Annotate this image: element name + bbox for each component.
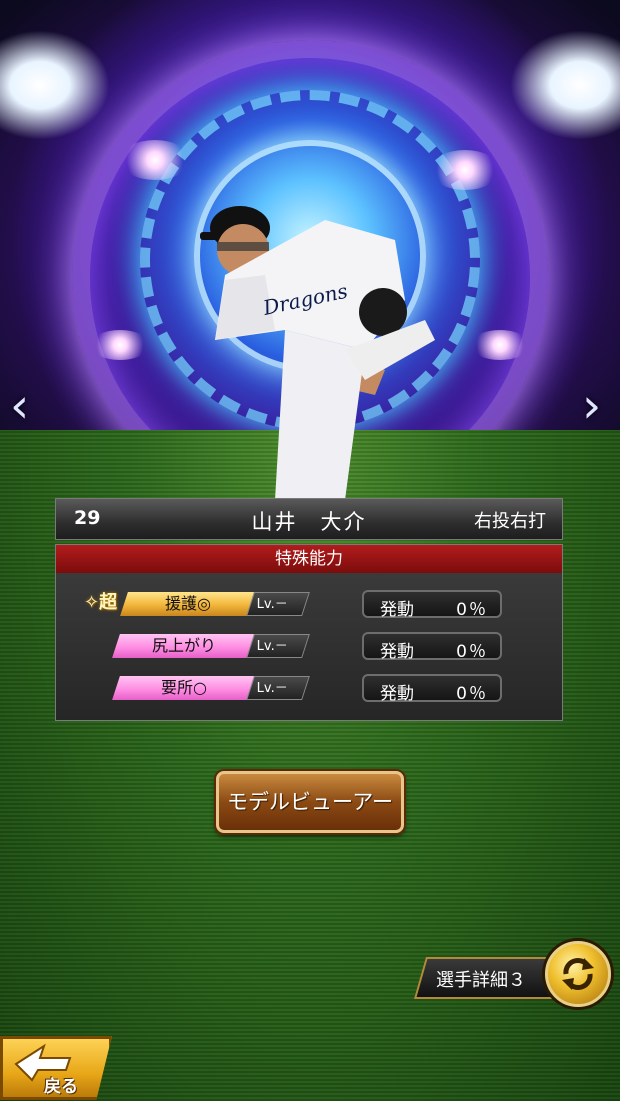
refresh-cycle-icon [562,958,594,990]
back-label[interactable]: 戻る [44,1072,78,1097]
activation-rate: 発動 0％ [362,674,502,704]
activation-label: 発動 [380,684,414,704]
player-detail-label[interactable]: 選手詳細３ [436,966,526,992]
player-info-bar: 29 山井 大介 右投右打 [55,498,563,540]
ability-name-badge: 尻上がり [112,634,256,658]
light-flare [470,330,530,360]
special-abilities-panel: 特殊能力 ✧超 援護◎ Lv.－ 発動 0％ 尻上がり Lv.－ 発動 0％ 要… [55,544,563,721]
stadium-light-left [0,30,110,140]
activation-label: 発動 [380,642,414,662]
stadium-light-right [510,30,620,140]
ability-level: Lv.－ [246,634,310,658]
super-ability-mark: ✧超 [84,592,118,613]
model-viewer-button[interactable]: モデルビューアー [216,771,404,833]
prev-player-arrow-icon[interactable]: ‹ [10,378,29,434]
next-player-arrow-icon[interactable]: › [582,378,601,434]
ability-level: Lv.－ [246,592,310,616]
activation-percent: 0％ [456,642,488,662]
ability-row[interactable]: ✧超 援護◎ Lv.－ 発動 0％ [56,590,562,620]
throws-bats: 右投右打 [474,511,546,532]
activation-label: 発動 [380,600,414,620]
light-flare [90,330,150,360]
ability-row[interactable]: 要所○ Lv.－ 発動 0％ [56,674,562,704]
activation-rate: 発動 0％ [362,590,502,620]
light-flare [120,140,190,180]
ability-level: Lv.－ [246,676,310,700]
ability-name-badge: 援護◎ [120,592,256,616]
activation-percent: 0％ [456,684,488,704]
activation-percent: 0％ [456,600,488,620]
player-image: Dragons [200,206,435,500]
cycle-detail-button[interactable] [545,941,611,1007]
ability-name-badge: 要所○ [112,676,256,700]
ability-row[interactable]: 尻上がり Lv.－ 発動 0％ [56,632,562,662]
activation-rate: 発動 0％ [362,632,502,662]
panel-title: 特殊能力 [56,545,562,573]
